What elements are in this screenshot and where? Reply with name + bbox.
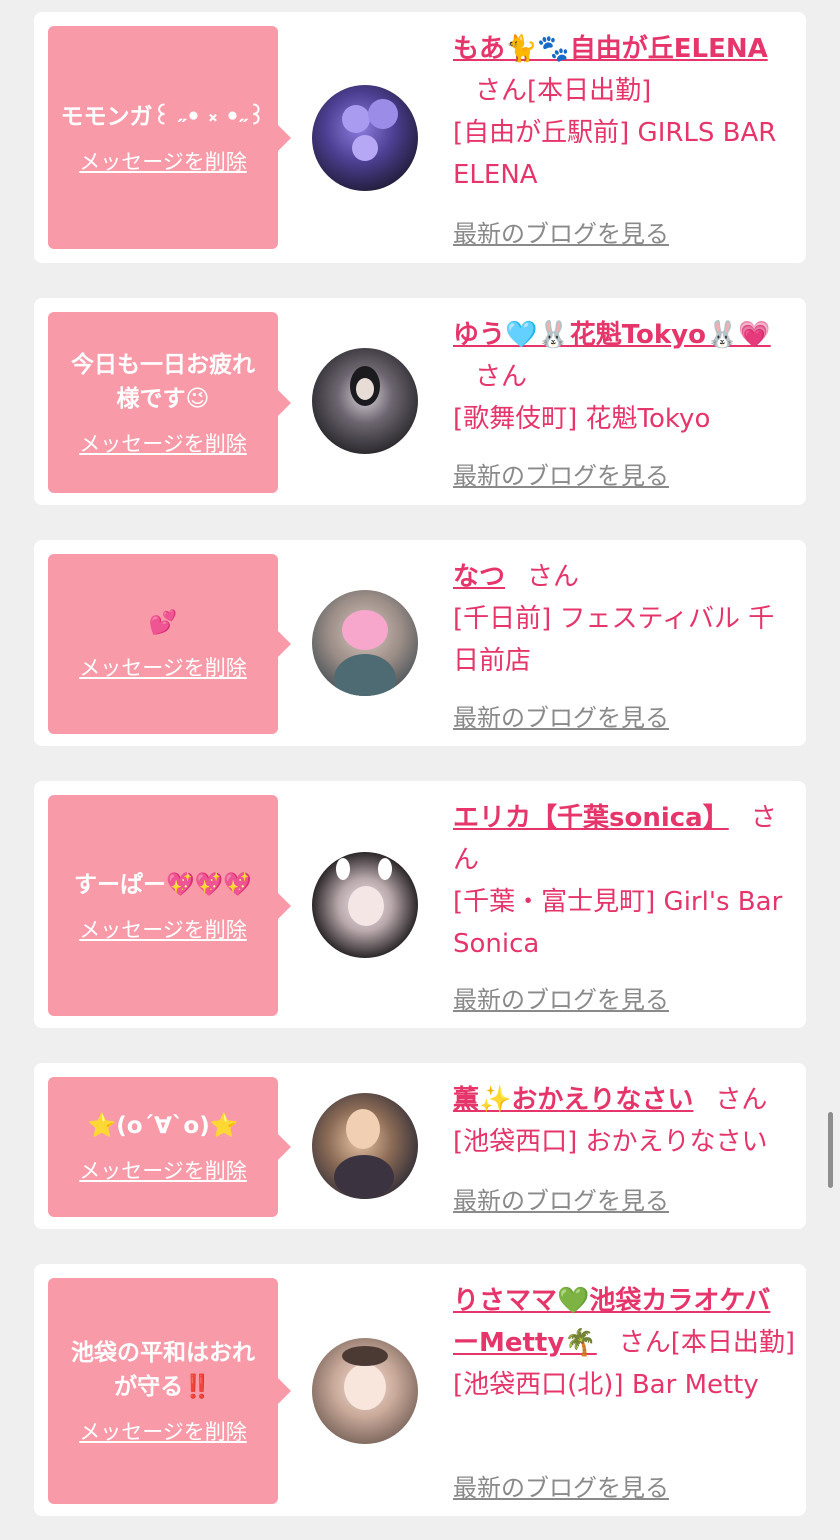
message-bubble: 💕 メッセージを削除 bbox=[48, 554, 291, 734]
latest-blog-link[interactable]: 最新のブログを見る bbox=[453, 214, 669, 249]
message-text: すーぱー💖💖💖 bbox=[74, 871, 252, 898]
delete-message-link[interactable]: メッセージを削除 bbox=[79, 1155, 247, 1185]
avatar[interactable] bbox=[312, 852, 418, 958]
cast-name-link[interactable]: エリカ【千葉sonica】 bbox=[453, 803, 729, 833]
honorific: さん bbox=[715, 1085, 768, 1115]
cast-name-link[interactable]: 薫✨おかえりなさい bbox=[453, 1085, 693, 1115]
avatar[interactable] bbox=[312, 1338, 418, 1444]
message-bubble: 池袋の平和はおれが守る‼️ メッセージを削除 bbox=[48, 1278, 291, 1504]
delete-message-link[interactable]: メッセージを削除 bbox=[79, 146, 247, 176]
delete-message-link[interactable]: メッセージを削除 bbox=[79, 914, 247, 944]
latest-blog-link[interactable]: 最新のブログを見る bbox=[453, 698, 669, 733]
message-card: 💕 メッセージを削除 なつ さん [千日前] フェスティバル 千日前店 最新のブロ… bbox=[34, 540, 806, 746]
cast-info: なつ さん [千日前] フェスティバル 千日前店 bbox=[453, 556, 795, 682]
shop-location: [自由が丘駅前] GIRLS BAR ELENA bbox=[453, 118, 777, 190]
latest-blog-link[interactable]: 最新のブログを見る bbox=[453, 980, 669, 1015]
message-text: 池袋の平和はおれが守る‼️ bbox=[71, 1340, 255, 1400]
honorific: さん bbox=[618, 1328, 671, 1358]
message-card: すーぱー💖💖💖 メッセージを削除 エリカ【千葉sonica】 さん [千葉・富士見… bbox=[34, 781, 806, 1028]
cast-name-link[interactable]: もあ🐈🐾自由が丘ELENA bbox=[453, 34, 768, 64]
latest-blog-link[interactable]: 最新のブログを見る bbox=[453, 1181, 669, 1216]
shop-location: [千日前] フェスティバル 千日前店 bbox=[453, 604, 775, 676]
latest-blog-link[interactable]: 最新のブログを見る bbox=[453, 1468, 669, 1503]
message-bubble: ⭐(o´∀`o)⭐ メッセージを削除 bbox=[48, 1077, 291, 1217]
message-bubble: すーぱー💖💖💖 メッセージを削除 bbox=[48, 795, 291, 1016]
cast-info: エリカ【千葉sonica】 さん [千葉・富士見町] Girl's Bar Son… bbox=[453, 797, 795, 965]
honorific: さん bbox=[475, 76, 528, 106]
message-bubble: 今日も一日お疲れ様です😉 メッセージを削除 bbox=[48, 312, 291, 493]
attendance-status: [本日出勤] bbox=[670, 1328, 795, 1358]
avatar[interactable] bbox=[312, 1093, 418, 1199]
message-card: 今日も一日お疲れ様です😉 メッセージを削除 ゆう🩵🐰花魁Tokyo🐰💗 さん [歌… bbox=[34, 298, 806, 505]
shop-location: [歌舞伎町] 花魁Tokyo bbox=[453, 404, 711, 434]
attendance-status: [本日出勤] bbox=[527, 76, 652, 106]
message-card: モモンガ꒰ ˶• ༝ •˶꒱ メッセージを削除 もあ🐈🐾自由が丘ELENAさん[… bbox=[34, 12, 806, 263]
honorific: さん bbox=[527, 562, 580, 592]
message-text: 💕 bbox=[148, 610, 178, 636]
shop-location: [池袋西口] おかえりなさい bbox=[453, 1127, 768, 1157]
shop-location: [池袋西口(北)] Bar Metty bbox=[453, 1370, 759, 1400]
avatar[interactable] bbox=[312, 85, 418, 191]
cast-info: ゆう🩵🐰花魁Tokyo🐰💗 さん [歌舞伎町] 花魁Tokyo bbox=[453, 314, 795, 440]
cast-info: もあ🐈🐾自由が丘ELENA さん[本日出勤] [自由が丘駅前] GIRLS BAR… bbox=[453, 28, 795, 196]
avatar[interactable] bbox=[312, 590, 418, 696]
avatar[interactable] bbox=[312, 348, 418, 454]
honorific: さん bbox=[475, 362, 528, 392]
cast-info: りさママ💚池袋カラオケバーMetty🌴 さん[本日出勤] [池袋西口(北)] Ba… bbox=[453, 1280, 795, 1406]
latest-blog-link[interactable]: 最新のブログを見る bbox=[453, 456, 669, 491]
delete-message-link[interactable]: メッセージを削除 bbox=[79, 1416, 247, 1446]
delete-message-link[interactable]: メッセージを削除 bbox=[79, 652, 247, 682]
message-text: ⭐(o´∀`o)⭐ bbox=[87, 1113, 239, 1139]
shop-location: [千葉・富士見町] Girl's Bar Sonica bbox=[453, 887, 783, 959]
scrollbar[interactable] bbox=[828, 1112, 833, 1188]
delete-message-link[interactable]: メッセージを削除 bbox=[79, 428, 247, 458]
message-bubble: モモンガ꒰ ˶• ༝ •˶꒱ メッセージを削除 bbox=[48, 26, 291, 249]
message-card: 池袋の平和はおれが守る‼️ メッセージを削除 りさママ💚池袋カラオケバーMett… bbox=[34, 1264, 806, 1516]
cast-info: 薫✨おかえりなさい さん [池袋西口] おかえりなさい bbox=[453, 1079, 795, 1163]
cast-name-link[interactable]: なつ bbox=[453, 562, 505, 592]
message-text: モモンガ꒰ ˶• ༝ •˶꒱ bbox=[60, 103, 266, 130]
message-text: 今日も一日お疲れ様です😉 bbox=[71, 351, 255, 412]
cast-name-link[interactable]: ゆう🩵🐰花魁Tokyo🐰💗 bbox=[453, 320, 771, 350]
message-card: ⭐(o´∀`o)⭐ メッセージを削除 薫✨おかえりなさい さん [池袋西口] おか… bbox=[34, 1063, 806, 1229]
